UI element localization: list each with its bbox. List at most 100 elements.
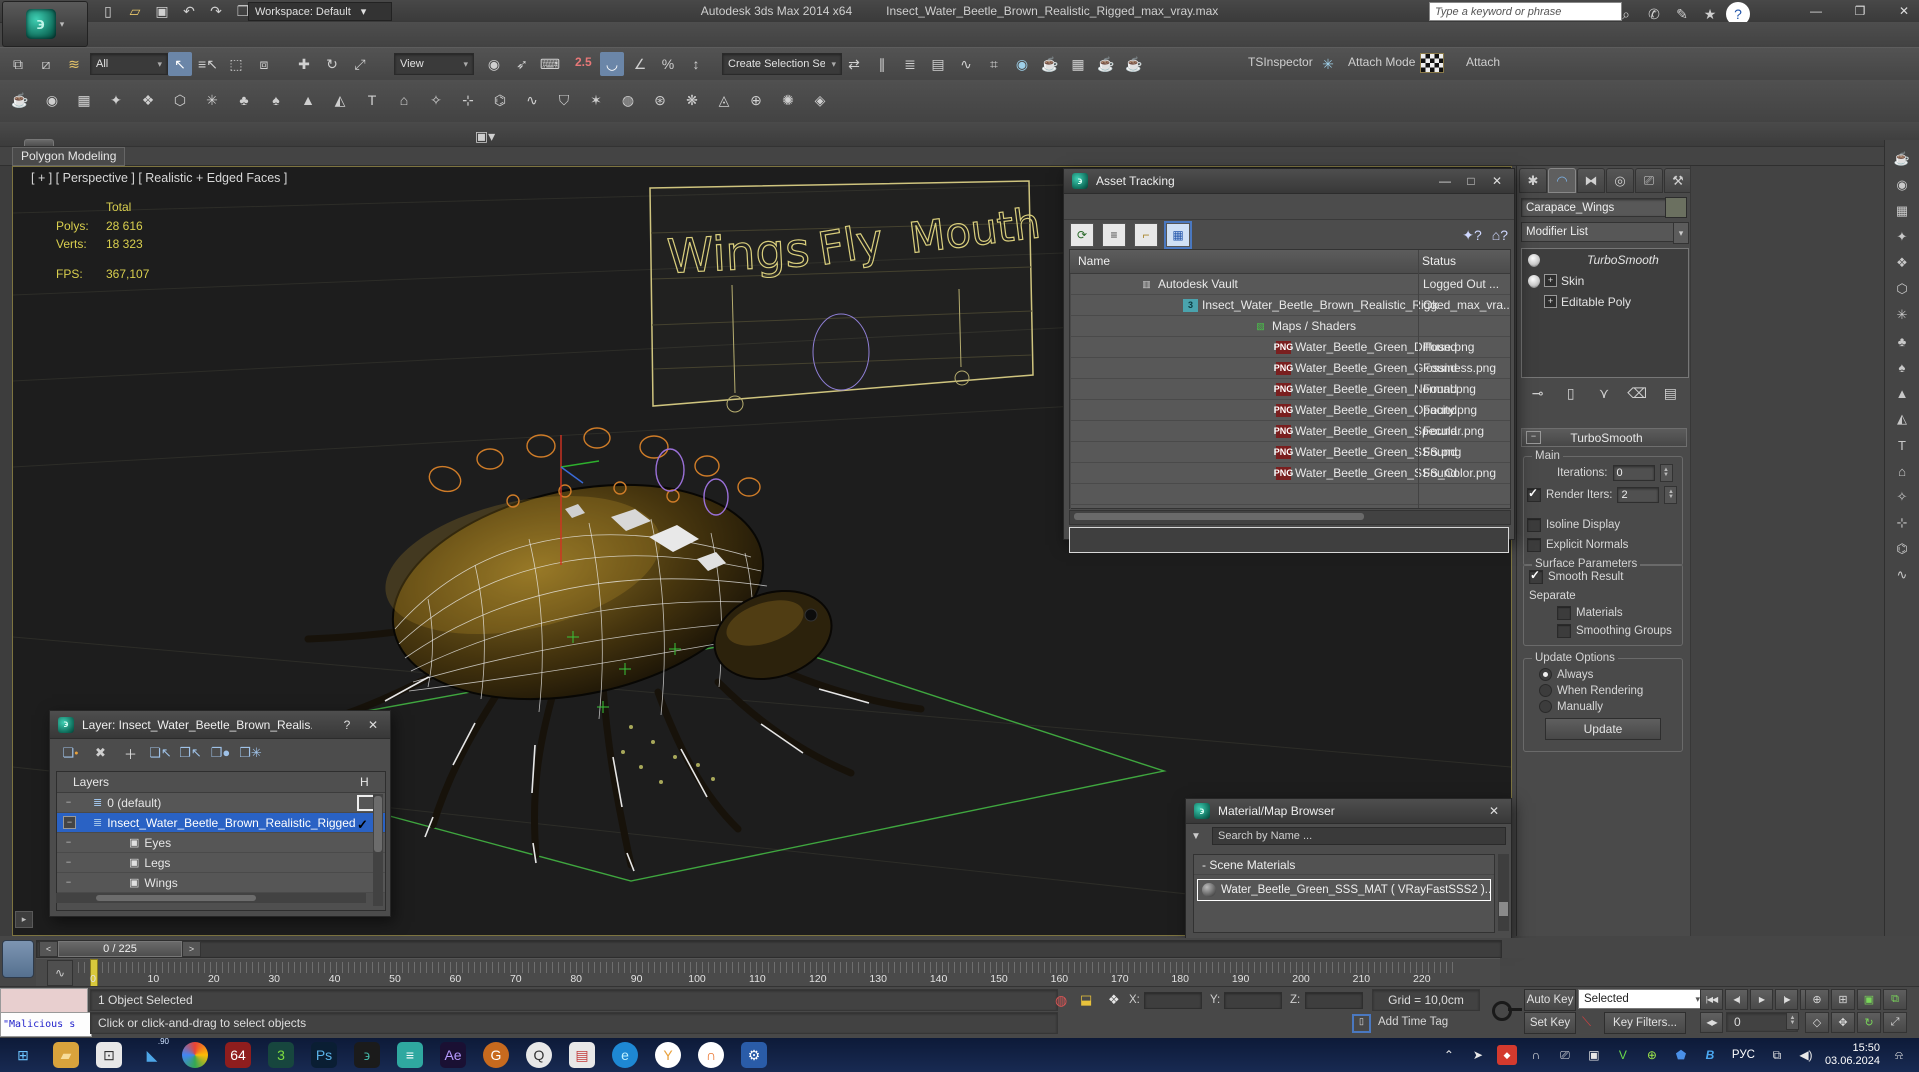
toolbar-icon-22-icon[interactable]: ❋ — [680, 88, 704, 112]
keyboard-shortcut-override-icon[interactable]: ⌨ — [538, 52, 562, 76]
rectangular-selection-region-icon[interactable]: ⬚ — [224, 52, 248, 76]
checker-swatch-icon[interactable] — [1420, 53, 1444, 73]
browser-options-icon[interactable]: ▼ — [1191, 831, 1207, 842]
y-app-icon[interactable]: Y — [655, 1042, 681, 1068]
layer-dialog-titlebar[interactable]: ϶ Layer: Insect_Water_Beetle_Brown_Reali… — [50, 711, 390, 739]
side-toolbar-icon-11-icon[interactable]: ◭ — [1890, 408, 1914, 430]
maxscript-mini-listener[interactable]: "Malicious s — [0, 1012, 92, 1037]
menu-item[interactable] — [244, 22, 270, 47]
toolbar-icon-12-icon[interactable]: T — [360, 88, 384, 112]
side-toolbar-icon-16-icon[interactable]: ⌬ — [1890, 538, 1914, 560]
object-color-swatch[interactable] — [1665, 197, 1687, 218]
smoothing-groups-checkbox[interactable] — [1557, 624, 1571, 638]
chrome-icon[interactable] — [182, 1042, 208, 1068]
asset-row[interactable]: PNG Water_Beetle_Green_Specular.png Foun… — [1070, 421, 1510, 442]
time-tag-icon[interactable]: ▯ — [1352, 1014, 1371, 1033]
asset-row[interactable]: PNG Water_Beetle_Green_Diffuse.png Found — [1070, 337, 1510, 358]
context-help-icon[interactable]: ⌂? — [1492, 227, 1508, 244]
side-toolbar-icon-5-icon[interactable]: ❖ — [1890, 252, 1914, 274]
menu-item[interactable] — [296, 22, 322, 47]
toolbar-icon-21-icon[interactable]: ⊛ — [648, 88, 672, 112]
delete-layer-icon[interactable]: ✖ — [90, 744, 111, 763]
utilities-tab[interactable]: ⚒ — [1664, 168, 1692, 193]
toolbar-icon-3-icon[interactable]: ▦ — [72, 88, 96, 112]
toolbar-icon-14-icon[interactable]: ✧ — [424, 88, 448, 112]
toolbar-icon-19-icon[interactable]: ✶ — [584, 88, 608, 112]
table-view-icon[interactable]: ▦ — [1164, 221, 1192, 249]
z-coordinate-field[interactable] — [1305, 992, 1363, 1009]
percent-snap-icon[interactable]: % — [656, 52, 680, 76]
telegram-icon[interactable]: ➤ — [1468, 1045, 1488, 1065]
previous-frame-button[interactable]: < — [39, 941, 58, 957]
select-and-manipulate-icon[interactable]: ➶ — [510, 52, 534, 76]
time-slider-track[interactable]: < 0 / 225 > — [36, 940, 1502, 958]
open-file-icon[interactable]: ▱ — [123, 0, 147, 23]
toolbar-icon-2-icon[interactable]: ◉ — [40, 88, 64, 112]
bind-to-space-warp-icon[interactable]: ≋ — [62, 52, 86, 76]
tsinspector-label[interactable]: TSInspector — [1248, 55, 1313, 69]
key-step-toggle[interactable]: ◀▶ — [1700, 1012, 1723, 1033]
side-toolbar-icon-2-icon[interactable]: ◉ — [1890, 174, 1914, 196]
object-name-field[interactable]: Carapace_Wings — [1521, 198, 1669, 217]
3dsmax-file-icon[interactable]: 3 — [268, 1042, 294, 1068]
tray-expand-icon[interactable]: ⌃ — [1439, 1045, 1459, 1065]
material-item[interactable]: Water_Beetle_Green_SSS_MAT ( VRayFastSSS… — [1197, 879, 1491, 901]
menu-item[interactable] — [348, 22, 374, 47]
redo-icon[interactable]: ↷ — [204, 0, 228, 23]
select-and-move-icon[interactable]: ✚ — [292, 52, 316, 76]
help-button[interactable]: ? — [338, 718, 356, 732]
vertical-scrollbar[interactable] — [1498, 854, 1509, 931]
polygon-modeling-panel[interactable]: Polygon Modeling — [12, 146, 126, 166]
when-rendering-radio[interactable] — [1539, 684, 1552, 697]
toolbar-icon-6-icon[interactable]: ⬡ — [168, 88, 192, 112]
pan-icon[interactable]: ✥ — [1831, 1012, 1855, 1033]
menu-item[interactable] — [114, 22, 140, 47]
spinner-arrows[interactable]: ▲ ▼ — [1664, 486, 1678, 504]
remove-modifier-icon[interactable]: ⌫ — [1625, 381, 1649, 405]
toolbar-icon-11-icon[interactable]: ◭ — [328, 88, 352, 112]
search-input[interactable]: Type a keyword or phrase — [1429, 2, 1622, 21]
3dsmax-icon[interactable]: ϶ — [354, 1042, 380, 1068]
side-toolbar-icon-10-icon[interactable]: ▲ — [1890, 382, 1914, 404]
attach-mode-label[interactable]: Attach Mode — [1348, 55, 1415, 69]
clock[interactable]: 15:50 03.06.2024 — [1825, 1042, 1880, 1068]
layer-list-header[interactable]: Layers H — [57, 772, 385, 793]
close-button[interactable]: ✕ — [1895, 4, 1913, 18]
materials-checkbox[interactable] — [1557, 606, 1571, 620]
menu-item[interactable] — [140, 22, 166, 47]
settings-app-icon[interactable]: ⚙ — [741, 1042, 767, 1068]
y-coordinate-field[interactable] — [1224, 992, 1282, 1009]
transform-gizmo-icon[interactable]: ❖ — [1108, 992, 1120, 1008]
application-menu-button[interactable]: ϶ ▾ — [2, 1, 88, 47]
update-button[interactable]: Update — [1545, 718, 1661, 740]
selection-filter-dropdown[interactable]: All ▾ — [90, 53, 168, 75]
side-toolbar-icon-1-icon[interactable]: ☕ — [1890, 148, 1914, 170]
turbosmooth-rollout-header[interactable]: − TurboSmooth — [1521, 428, 1687, 447]
material-editor-icon[interactable]: ◉ — [1010, 52, 1034, 76]
horizontal-scrollbar[interactable] — [56, 893, 366, 903]
expand-icon[interactable]: − — [63, 837, 74, 848]
isoline-checkbox[interactable] — [1527, 518, 1541, 532]
set-current-layer-icon[interactable]: ❐● — [210, 744, 231, 763]
expand-icon[interactable]: − — [63, 857, 74, 868]
side-toolbar-icon-8-icon[interactable]: ♣ — [1890, 330, 1914, 352]
toolbar-icon-4-icon[interactable]: ✦ — [104, 88, 128, 112]
horizontal-scrollbar[interactable] — [1069, 510, 1511, 525]
named-selection-sets-dropdown[interactable]: Create Selection Se ▾ — [722, 53, 842, 75]
create-new-layer-icon[interactable]: ❏ ● — [60, 744, 81, 763]
asset-row[interactable]: 3 Insect_Water_Beetle_Brown_Realistic_Ri… — [1070, 295, 1510, 316]
mirror-icon[interactable]: ⇄ — [842, 52, 866, 76]
workspace-dropdown[interactable]: Workspace: Default ▾ — [248, 2, 392, 21]
side-toolbar-icon-12-icon[interactable]: T — [1890, 434, 1914, 456]
online-help-icon[interactable]: ✦? — [1462, 227, 1482, 244]
recorder-icon[interactable]: ◆ — [1496, 1045, 1517, 1065]
curve-editor-icon[interactable]: ∿ — [954, 52, 978, 76]
layer-state-cell[interactable] — [357, 877, 371, 889]
minimize-button[interactable]: — — [1436, 174, 1454, 188]
select-and-scale-icon[interactable]: ⤢ — [348, 52, 372, 76]
modifier-stack-row[interactable]: + TurboSmooth — [1522, 249, 1688, 270]
menu-item[interactable] — [322, 22, 348, 47]
close-button[interactable]: ✕ — [1488, 174, 1506, 188]
toolbar-icon-23-icon[interactable]: ◬ — [712, 88, 736, 112]
set-keys-button[interactable] — [1487, 990, 1522, 1032]
